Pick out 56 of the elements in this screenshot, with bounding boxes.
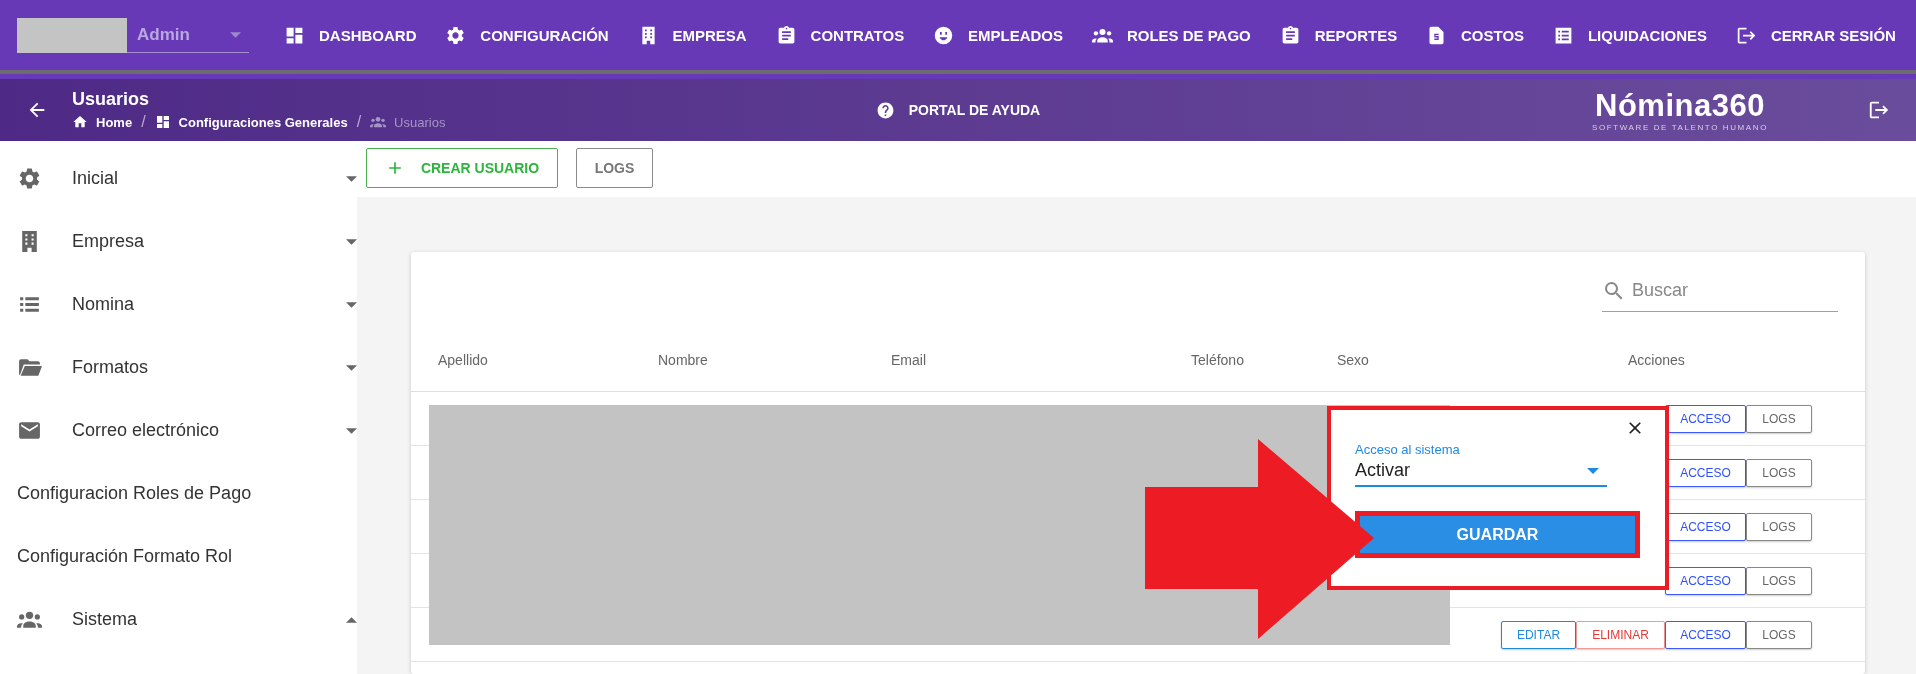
logout-icon[interactable] [1868, 99, 1890, 121]
sidebar-item[interactable]: Nomina [0, 273, 357, 336]
breadcrumb-separator: / [141, 113, 146, 131]
nav-link[interactable]: COSTOS [1426, 24, 1525, 46]
logs-button[interactable]: LOGS [1746, 566, 1812, 595]
edit-button[interactable]: EDITAR [1501, 620, 1576, 649]
breadcrumb-link[interactable]: Home [72, 114, 133, 130]
breadcrumb-link[interactable]: Usuarios [370, 114, 446, 130]
breadcrumb-link[interactable]: Configuraciones Generales [154, 114, 348, 130]
search-field[interactable]: Buscar [1602, 270, 1838, 312]
logs-button[interactable]: LOGS [1746, 620, 1812, 649]
sidebar-item[interactable]: Inicial [0, 147, 357, 210]
nav-link[interactable]: EMPLEADOS [933, 24, 1064, 46]
column-header: Email [891, 351, 927, 368]
home-icon [72, 114, 88, 130]
caret-icon [230, 31, 241, 38]
nav-link[interactable]: DASHBOARD [284, 24, 417, 46]
smiley-icon [933, 24, 954, 46]
sidebar-item[interactable]: Configuracion Roles de Pago [0, 462, 357, 525]
nav-link[interactable]: LIQUIDACIONES [1552, 24, 1708, 46]
sidebar-item[interactable]: Sistema [0, 588, 357, 651]
access-select-field[interactable]: Acceso al sistema Activar [1355, 442, 1607, 487]
delete-button[interactable]: ELIMINAR [1576, 620, 1665, 649]
column-header: Nombre [658, 351, 709, 368]
logo-tagline: SOFTWARE DE TALENTO HUMANO [1592, 122, 1768, 132]
document-icon [1426, 24, 1447, 46]
column-header: Acciones [1628, 351, 1686, 368]
logo-wordmark: Nómina360 [1595, 88, 1765, 123]
nav-link[interactable]: CONFIGURACIÓN [445, 24, 609, 46]
help-portal-link[interactable]: PORTAL DE AYUDA [875, 100, 1041, 120]
access-button[interactable]: ACCESO [1665, 620, 1746, 649]
sidebar-item[interactable]: Formatos [0, 336, 357, 399]
logs-button[interactable]: LOGS [576, 148, 653, 188]
sidebar-item[interactable]: Correo electrónico [0, 399, 357, 462]
nav-link[interactable]: CERRAR SESIÓN [1735, 24, 1896, 46]
column-header: Teléfono [1191, 351, 1245, 368]
breadcrumb-separator: / [356, 113, 362, 131]
caret-icon [1587, 467, 1599, 474]
access-button[interactable]: ACCESO [1665, 566, 1746, 595]
grid-icon [154, 114, 171, 130]
gear-icon [17, 166, 42, 191]
logs-button[interactable]: LOGS [1746, 404, 1812, 433]
logs-button[interactable]: LOGS [1746, 512, 1812, 541]
access-button[interactable]: ACCESO [1665, 404, 1746, 433]
sidebar-item[interactable]: Empresa [0, 210, 357, 273]
nav-link[interactable]: CONTRATOS [775, 24, 905, 46]
logs-button[interactable]: LOGS [1746, 458, 1812, 487]
users-icon [370, 114, 387, 130]
sidebar-item[interactable]: Configuración Formato Rol [0, 525, 357, 588]
page-title: Usuarios [72, 89, 151, 110]
column-header: Sexo [1337, 351, 1370, 368]
help-icon [875, 100, 895, 120]
column-header: Apellido [438, 351, 489, 368]
nav-link[interactable]: EMPRESA [637, 24, 747, 46]
nav-link[interactable]: ROLES DE PAGO [1091, 24, 1251, 46]
nav-link[interactable]: REPORTES [1279, 24, 1398, 46]
